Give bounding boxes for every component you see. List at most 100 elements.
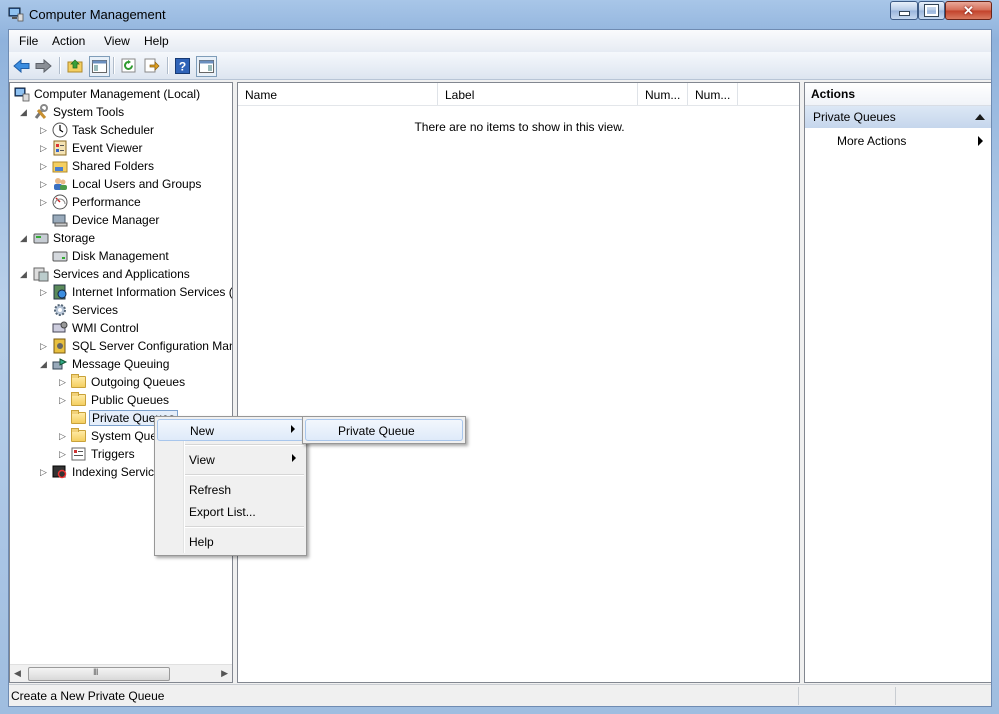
action-label: More Actions [837,134,907,148]
toolbar-separator [113,57,115,74]
action-more-actions[interactable]: More Actions [805,131,991,151]
menu-view[interactable]: View [104,34,130,48]
close-button[interactable]: ✕ [945,1,992,20]
folder-icon [71,374,87,390]
expand-arrow-icon[interactable]: ▷ [40,340,49,352]
context-menu-new[interactable]: New [157,419,304,441]
expand-arrow-icon[interactable]: ▷ [40,286,49,298]
menu-separator [185,444,304,446]
expand-arrow-icon[interactable]: ▷ [40,178,49,190]
tree-item-label: Device Manager [72,213,160,227]
iis-icon [52,284,68,300]
up-folder-icon [67,59,82,73]
empty-list-message: There are no items to show in this view. [414,120,625,134]
tree-item-label: System Que [91,429,158,443]
tree-item-label: Performance [72,195,141,209]
gear-icon [52,302,68,318]
collapse-arrow-icon[interactable]: ◢ [20,106,29,118]
tree-item-label: Services [72,303,119,317]
tree-item-label: System Tools [53,105,125,119]
actions-section-private-queues[interactable]: Private Queues [805,106,991,128]
status-bar: Create a New Private Queue [9,684,991,706]
close-icon: ✕ [963,2,974,18]
collapse-section-icon[interactable] [975,114,985,120]
scrollbar-thumb[interactable]: III [28,667,170,681]
context-submenu-new: Private Queue [302,416,466,444]
export-list-button[interactable] [142,56,161,75]
context-menu-private-queue[interactable]: Private Queue [305,419,463,441]
menu-separator [185,526,304,528]
help-icon: ? [175,57,190,74]
tree-item-label: Disk Management [72,249,169,263]
menu-help[interactable]: Help [144,34,169,48]
minimize-button[interactable] [890,1,918,20]
menu-separator [185,474,304,476]
maximize-button[interactable] [918,1,945,20]
column-label: Label [445,88,475,102]
context-menu-help[interactable]: Help [157,531,304,553]
folder-icon [71,410,87,426]
tree-item-label: Public Queues [91,393,170,407]
collapse-arrow-icon[interactable]: ◢ [40,358,49,370]
submenu-arrow-icon [978,136,983,146]
menu-item-label: Private Queue [338,424,415,438]
back-button[interactable] [12,56,31,75]
sql-server-icon [52,338,68,354]
menu-file[interactable]: File [19,34,38,48]
expand-arrow-icon[interactable]: ▷ [40,466,49,478]
expand-arrow-icon[interactable]: ▷ [59,394,68,406]
title-bar: Computer Management ✕ [0,0,999,29]
menu-item-label: Refresh [189,483,232,497]
actions-pane: Actions Private Queues More Actions [804,82,991,683]
context-menu-export-list[interactable]: Export List... [157,501,304,523]
expand-arrow-icon[interactable]: ▷ [59,448,68,460]
expand-arrow-icon[interactable]: ▷ [59,376,68,388]
status-text: Create a New Private Queue [11,689,165,703]
collapse-arrow-icon[interactable]: ◢ [20,268,29,280]
column-header-name[interactable]: Name [238,83,438,105]
show-hide-action-pane-button[interactable] [196,56,217,77]
column-header-label[interactable]: Label [438,83,638,105]
triggers-icon [71,446,87,462]
computer-management-icon [8,7,24,22]
grip-icon: III [93,667,98,677]
device-manager-icon [52,212,68,228]
forward-button[interactable] [34,56,53,75]
expand-arrow-icon[interactable]: ▷ [40,160,49,172]
back-arrow-icon [13,58,30,73]
context-menu-refresh[interactable]: Refresh [157,479,304,501]
tree-item-label: Internet Information Services ( [72,285,233,299]
tree-item-label: Indexing Service [72,465,161,479]
show-hide-console-tree-button[interactable] [89,56,110,77]
expand-arrow-icon[interactable]: ▷ [40,196,49,208]
app-window: Computer Management ✕ File Action View H… [0,0,999,714]
menu-action[interactable]: Action [52,34,85,48]
scroll-left-icon[interactable]: ◀ [14,668,21,679]
expand-arrow-icon[interactable]: ▷ [59,430,68,442]
column-header-num-2[interactable]: Num... [688,83,738,105]
menu-bar: File Action View Help [9,30,991,53]
expand-arrow-icon[interactable]: ▷ [40,142,49,154]
status-panel-divider [895,687,896,705]
actions-section-label: Private Queues [813,110,896,124]
restore-icon [919,2,944,19]
expand-arrow-icon[interactable]: ▷ [40,124,49,136]
help-button[interactable]: ? [173,56,192,75]
scroll-right-icon[interactable]: ▶ [221,668,228,679]
menu-item-label: Help [189,535,214,549]
tree-item-label: Shared Folders [72,159,155,173]
menu-item-label: View [189,453,215,467]
collapse-arrow-icon[interactable]: ◢ [20,232,29,244]
column-label: Num... [645,88,681,102]
column-header-num-1[interactable]: Num... [638,83,688,105]
context-menu-view[interactable]: View [157,449,304,471]
clock-icon [52,122,68,138]
refresh-button[interactable] [119,56,138,75]
status-panel-divider [798,687,799,705]
tree-item-label: Storage [53,231,96,245]
folder-icon [71,392,87,408]
tree-item-label: SQL Server Configuration Man [72,339,233,353]
up-one-level-button[interactable] [65,56,84,75]
tree-horizontal-scrollbar[interactable]: ◀ III ▶ [10,664,232,682]
message-queuing-icon [52,356,68,372]
